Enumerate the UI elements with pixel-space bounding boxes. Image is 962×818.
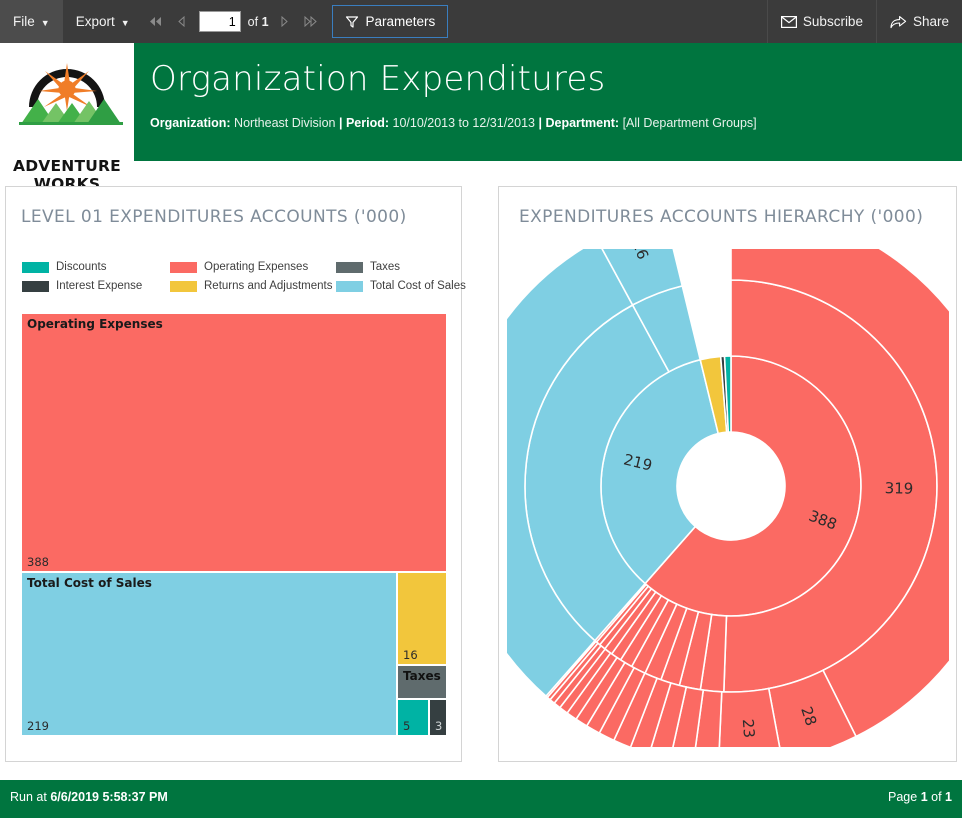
legend-swatch [22,280,49,292]
share-button[interactable]: Share [877,0,962,43]
organization-value: Northeast Division [234,116,336,130]
legend-swatch [170,261,197,273]
legend-item: Discounts [22,259,170,275]
treemap-cell-value: 388 [27,555,49,569]
envelope-icon [780,15,797,28]
treemap-legend: Discounts Operating Expenses Taxes Interest… [22,259,466,294]
export-menu-label: Export [75,14,115,29]
treemap-cell[interactable]: Operating Expenses 388 [22,314,446,571]
next-page-icon [281,16,288,27]
sunburst-chart: 388219319269282319326 [450,205,962,767]
page-current: 1 [920,790,928,804]
footer-page-indicator: Page 1 of 1 [888,790,952,804]
toolbar-right-group: Subscribe Share [766,0,962,43]
legend-swatch [22,261,49,273]
chevron-down-icon: ▼ [120,17,130,28]
expenditures-hierarchy-panel: EXPENDITURES ACCOUNTS HIERARCHY ('000) 3… [450,186,962,767]
report-toolbar: File ▼ Export ▼ of 1 Parame [0,0,962,43]
treemap-cell[interactable]: 3 [430,700,446,735]
sep-2: | [538,116,542,130]
run-timestamp: Run at 6/6/2019 5:58:37 PM [10,790,168,804]
page-of: of [931,790,942,804]
organization-label: Organization: [150,116,231,130]
share-arrow-icon [890,15,907,28]
treemap-cell-value: 5 [403,719,411,733]
period-label: Period: [345,116,390,130]
subscribe-button[interactable]: Subscribe [768,0,876,43]
department-value: [All Department Groups] [622,116,757,130]
filter-funnel-icon [345,15,358,28]
legend-label: Returns and Adjustments [204,279,333,292]
page-total: 1 [945,790,952,804]
last-page-icon [304,16,317,27]
previous-page-icon [178,16,185,27]
first-page-icon [150,17,162,26]
run-value: 6/6/2019 5:58:37 PM [50,790,168,804]
last-page-button[interactable] [298,0,324,43]
legend-label: Discounts [56,260,107,273]
legend-swatch [170,280,197,292]
subscribe-label: Subscribe [802,14,863,29]
adventure-works-logo: ADVENTURE WORKS [11,49,123,193]
page-number-input[interactable] [198,11,241,32]
page-title: Organization Expenditures [150,59,606,99]
treemap-cell[interactable]: 16 [398,573,446,664]
treemap-cell[interactable]: 5 [398,700,428,735]
legend-item: Total Cost of Sales [336,278,466,294]
file-menu[interactable]: File ▼ [0,0,63,43]
first-page-button[interactable] [143,0,169,43]
treemap-cell-name: Taxes [403,669,441,683]
sunburst-svg: 388219319269282319326 [450,205,962,767]
next-page-button[interactable] [272,0,298,43]
run-prefix: Run at [10,790,47,804]
export-menu[interactable]: Export ▼ [63,0,143,43]
legend-swatch [336,280,363,292]
treemap-chart: Operating Expenses 388 Total Cost of Sales… [22,314,446,735]
legend-label: Taxes [370,260,401,273]
previous-page-button[interactable] [169,0,195,43]
treemap-cell-value: 219 [27,719,49,733]
sunburst-value-label: 23 [739,718,758,738]
treemap-cell-value: 16 [403,648,418,662]
chevron-down-icon: ▼ [40,17,50,28]
share-label: Share [912,14,949,29]
file-menu-label: File [13,14,35,29]
legend-label: Total Cost of Sales [370,279,466,292]
treemap-cell-value: 3 [435,719,443,733]
page-count-label: of 1 [248,15,269,29]
legend-swatch [336,261,363,273]
treemap-cell-name: Operating Expenses [27,317,163,331]
page-total: 1 [261,14,269,29]
sunburst-value-label: 319 [885,479,914,497]
report-header: ADVENTURE WORKS Organization Expenditure… [0,43,962,193]
legend-label: Operating Expenses [204,260,309,273]
report-footer: Run at 6/6/2019 5:58:37 PM Page 1 of 1 [0,780,962,818]
of-text: of [247,14,259,29]
legend-item: Operating Expenses [170,259,336,275]
panel-title-sunburst: EXPENDITURES ACCOUNTS HIERARCHY ('000) [519,207,924,227]
parameters-label: Parameters [365,14,436,29]
logo-graphic [19,63,123,125]
treemap-cell[interactable]: Total Cost of Sales 219 [22,573,396,735]
legend-label: Interest Expense [56,279,143,292]
department-label: Department: [545,116,620,130]
page-prefix: Page [888,790,918,804]
legend-item: Interest Expense [22,278,170,294]
treemap-cell[interactable]: Taxes [398,666,446,698]
panel-title-treemap: LEVEL 01 EXPENDITURES ACCOUNTS ('000) [21,207,407,227]
report-parameters-summary: Organization: Northeast Division | Perio… [150,116,757,130]
level-01-expenditures-panel: LEVEL 01 EXPENDITURES ACCOUNTS ('000) Di… [5,186,466,762]
period-value: 10/10/2013 to 12/31/2013 [392,116,536,130]
legend-item: Taxes [336,259,466,275]
legend-item: Returns and Adjustments [170,278,336,294]
parameters-button[interactable]: Parameters [331,5,449,38]
logo-text-line1: ADVENTURE [13,157,121,175]
treemap-cell-name: Total Cost of Sales [27,576,152,590]
sep-1: | [338,116,343,130]
